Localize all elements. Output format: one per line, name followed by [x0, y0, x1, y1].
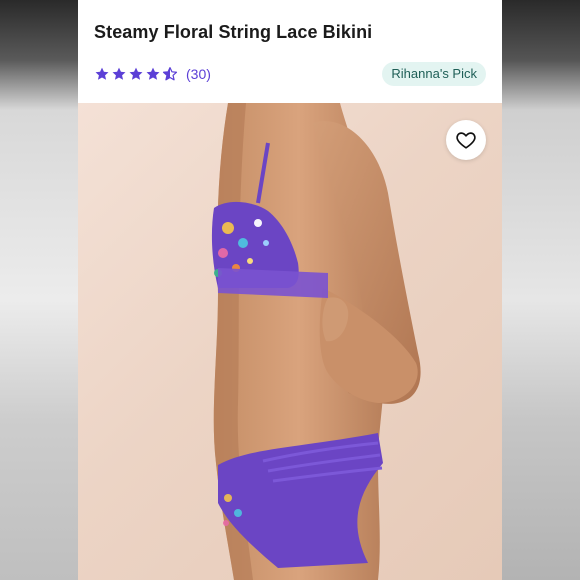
heart-icon	[456, 132, 476, 149]
favorite-button[interactable]	[446, 120, 486, 160]
star-icon	[128, 66, 144, 82]
review-count[interactable]: (30)	[186, 66, 211, 82]
blurred-background-right	[502, 0, 580, 580]
star-icon	[145, 66, 161, 82]
product-header: Steamy Floral String Lace Bikini (30) Ri…	[78, 0, 502, 103]
star-icon	[94, 66, 110, 82]
product-card: Steamy Floral String Lace Bikini (30) Ri…	[78, 0, 502, 580]
blurred-background-left	[0, 0, 78, 580]
model-image	[211, 103, 421, 580]
star-rating	[94, 66, 178, 82]
rihannas-pick-badge: Rihanna's Pick	[382, 62, 486, 86]
star-half-icon	[162, 66, 178, 82]
product-photo[interactable]	[78, 103, 502, 580]
product-title: Steamy Floral String Lace Bikini	[94, 22, 373, 42]
star-icon	[111, 66, 127, 82]
rating-row[interactable]: (30)	[94, 64, 211, 84]
